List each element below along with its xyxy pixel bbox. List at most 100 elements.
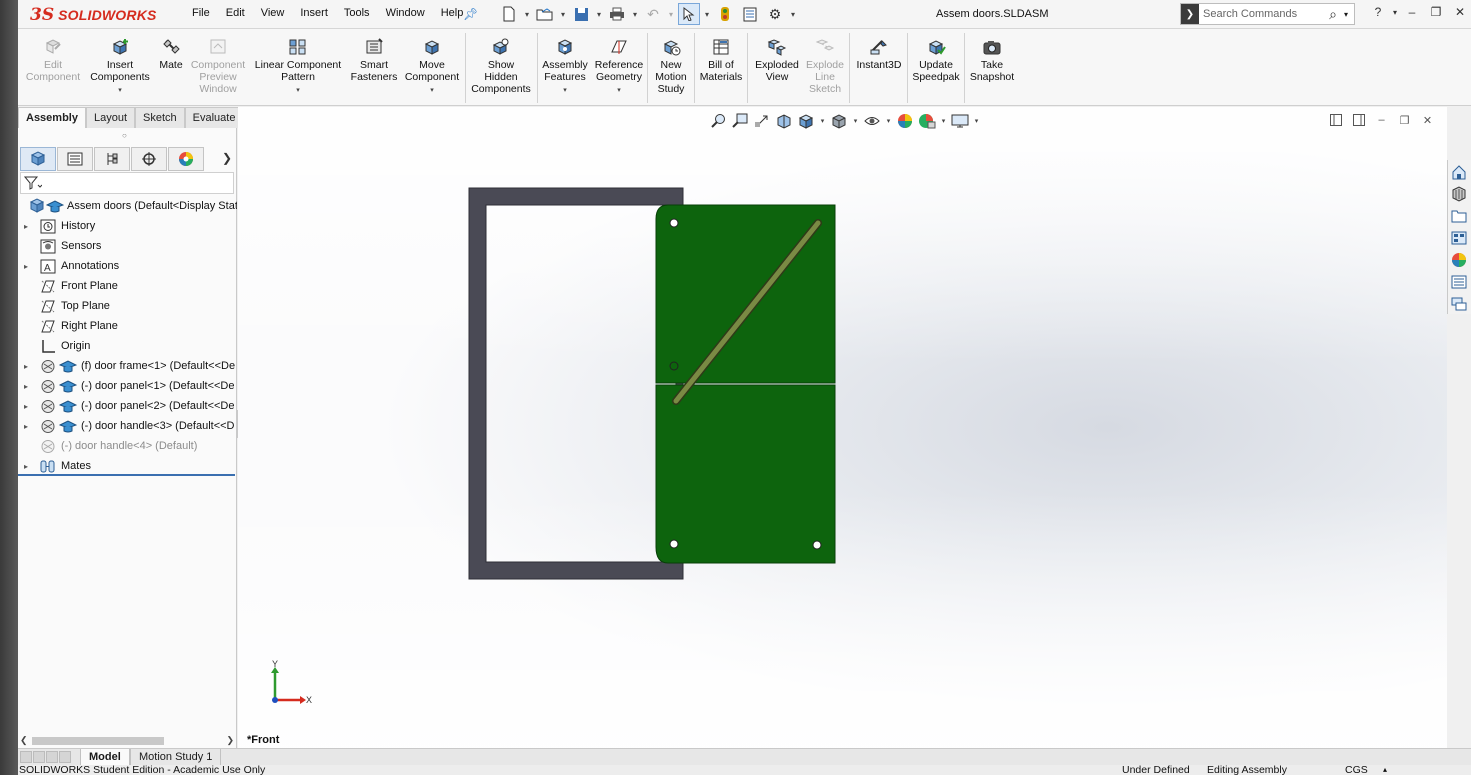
- tree-item[interactable]: ▸ (-) door handle<3> (Default<<D: [18, 416, 237, 436]
- section-view-icon[interactable]: [774, 111, 794, 131]
- save-dropdown-icon[interactable]: ▾: [595, 10, 603, 19]
- help-dropdown-icon[interactable]: ▾: [1390, 8, 1400, 17]
- ribbon-component-preview-button[interactable]: Component Preview Window: [188, 37, 248, 95]
- previous-view-icon[interactable]: [752, 111, 772, 131]
- ribbon-smart-fasteners-button[interactable]: Smart Fasteners: [347, 37, 401, 83]
- rollback-bar[interactable]: [18, 474, 235, 476]
- apply-scene-dropdown-icon[interactable]: ▾: [939, 117, 948, 125]
- view-settings-monitor-icon[interactable]: [950, 111, 970, 131]
- tree-item[interactable]: Assem doors (Default<Display State: [18, 196, 237, 216]
- ribbon-exploded-view-button[interactable]: Exploded View: [750, 37, 804, 83]
- tab-sketch[interactable]: Sketch: [135, 107, 185, 128]
- custom-properties-icon[interactable]: [1448, 271, 1470, 292]
- hide-show-items-icon[interactable]: [862, 111, 882, 131]
- more-tabs-chevron-icon[interactable]: ❯: [222, 151, 232, 165]
- options-gear-icon[interactable]: ⚙︎: [764, 3, 786, 25]
- tab-model[interactable]: Model: [80, 749, 130, 766]
- save-icon[interactable]: [570, 3, 592, 25]
- menu-edit[interactable]: Edit: [218, 7, 253, 19]
- viewport-close-icon[interactable]: ✕: [1420, 113, 1435, 127]
- dimxpert-manager-tab-icon[interactable]: [131, 147, 167, 171]
- ribbon-assembly-features-button[interactable]: Assembly Features ▾: [540, 37, 590, 97]
- hinge-hole-bottom-right[interactable]: [812, 540, 822, 550]
- menu-insert[interactable]: Insert: [292, 7, 336, 19]
- ribbon-speedpak-button[interactable]: Update Speedpak: [910, 37, 962, 83]
- configuration-manager-tab-icon[interactable]: [94, 147, 130, 171]
- previous-tab-icon[interactable]: [33, 751, 45, 763]
- filter-icon[interactable]: [23, 175, 43, 194]
- ribbon-mate-button[interactable]: Mate: [156, 37, 186, 71]
- hinge-hole-top[interactable]: [669, 218, 679, 228]
- panel-splitter-handle[interactable]: ○: [122, 131, 127, 140]
- ribbon-move-component-button[interactable]: Move Component ▾: [403, 37, 461, 97]
- tree-item[interactable]: Front Plane: [18, 276, 237, 296]
- tree-item[interactable]: ▸ (-) door panel<1> (Default<<De: [18, 376, 237, 396]
- file-properties-icon[interactable]: [739, 3, 761, 25]
- select-dropdown-icon[interactable]: ▾: [703, 10, 711, 19]
- ribbon-bom-button[interactable]: Bill of Materials: [698, 37, 744, 83]
- search-dropdown-icon[interactable]: ▾: [1344, 10, 1354, 19]
- edit-appearance-icon[interactable]: [895, 111, 915, 131]
- ribbon-instant3d-button[interactable]: Instant3D: [853, 37, 905, 71]
- assembly-model-view[interactable]: [238, 107, 1447, 748]
- help-icon[interactable]: ?: [1366, 5, 1390, 19]
- open-folder-icon[interactable]: [534, 3, 556, 25]
- new-dropdown-icon[interactable]: ▾: [523, 10, 531, 19]
- search-commands-box[interactable]: ❯ Search Commands ⌕ ▾: [1180, 3, 1355, 25]
- expand-arrow-icon[interactable]: ▸: [24, 262, 34, 271]
- ribbon-explode-line-button[interactable]: Explode Line Sketch: [804, 37, 846, 95]
- minimize-icon[interactable]: –: [1400, 5, 1424, 19]
- solidworks-resources-home-icon[interactable]: [1448, 161, 1470, 182]
- close-icon[interactable]: ✕: [1448, 5, 1471, 19]
- apply-scene-icon[interactable]: [917, 111, 937, 131]
- units-dropdown-icon[interactable]: ▴: [1383, 765, 1387, 775]
- expand-arrow-icon[interactable]: ▸: [24, 462, 34, 471]
- zoom-to-area-icon[interactable]: [730, 111, 750, 131]
- search-commands-input[interactable]: Search Commands: [1199, 8, 1322, 20]
- undo-icon[interactable]: ↶: [642, 3, 664, 25]
- open-dropdown-icon[interactable]: ▾: [559, 10, 567, 19]
- tree-item[interactable]: ▸ (-) door panel<2> (Default<<De: [18, 396, 237, 416]
- design-library-icon[interactable]: [1448, 183, 1470, 204]
- menu-file[interactable]: File: [184, 7, 218, 19]
- pin-menu-icon[interactable]: 📌︎: [463, 7, 478, 21]
- ribbon-dropdown-icon[interactable]: ▾: [617, 85, 621, 97]
- tree-horizontal-scrollbar[interactable]: ❮ ❯: [20, 734, 235, 747]
- tab-evaluate[interactable]: Evaluate: [184, 107, 244, 128]
- hinge-hole-middle[interactable]: [669, 361, 679, 371]
- tab-motion-study-1[interactable]: Motion Study 1: [130, 749, 222, 766]
- tree-filter-box[interactable]: [20, 172, 234, 194]
- view-settings-dropdown-icon[interactable]: ▾: [972, 117, 981, 125]
- view-palette-icon[interactable]: [1448, 227, 1470, 248]
- ribbon-linear-pattern-button[interactable]: Linear Component Pattern ▾: [254, 37, 342, 97]
- first-tab-icon[interactable]: [20, 751, 32, 763]
- hide-show-dropdown-icon[interactable]: ▾: [884, 117, 893, 125]
- expand-arrow-icon[interactable]: ▸: [24, 362, 34, 371]
- viewport-restore-icon[interactable]: ❐: [1397, 113, 1412, 127]
- options-dropdown-icon[interactable]: ▾: [789, 10, 797, 19]
- view-orientation-icon[interactable]: [796, 111, 816, 131]
- feature-manager-tab-icon[interactable]: [20, 147, 56, 171]
- select-pointer-icon[interactable]: [678, 3, 700, 25]
- scroll-right-icon[interactable]: ❯: [226, 735, 234, 746]
- status-units[interactable]: CGS: [1345, 765, 1368, 775]
- menu-tools[interactable]: Tools: [336, 7, 378, 19]
- viewport-minimize-icon[interactable]: –: [1374, 113, 1389, 127]
- tree-item[interactable]: Sensors: [18, 236, 237, 256]
- tree-item[interactable]: Top Plane: [18, 296, 237, 316]
- menu-window[interactable]: Window: [378, 7, 433, 19]
- tree-item[interactable]: Right Plane: [18, 316, 237, 336]
- tree-item[interactable]: ▸ History: [18, 216, 237, 236]
- appearances-scenes-icon[interactable]: [1448, 249, 1470, 270]
- display-style-icon[interactable]: [829, 111, 849, 131]
- hinge-hole-bottom-left[interactable]: [669, 539, 679, 549]
- expand-arrow-icon[interactable]: ▸: [24, 422, 34, 431]
- ribbon-insert-components-button[interactable]: Insert Components ▾: [85, 37, 155, 97]
- scroll-left-icon[interactable]: ❮: [20, 735, 28, 746]
- property-manager-tab-icon[interactable]: [57, 147, 93, 171]
- expand-arrow-icon[interactable]: ▸: [24, 222, 34, 231]
- display-manager-tab-icon[interactable]: [168, 147, 204, 171]
- ribbon-dropdown-icon[interactable]: ▾: [430, 85, 434, 97]
- ribbon-motion-study-button[interactable]: New Motion Study: [651, 37, 691, 95]
- reference-triad[interactable]: Y X: [264, 659, 314, 705]
